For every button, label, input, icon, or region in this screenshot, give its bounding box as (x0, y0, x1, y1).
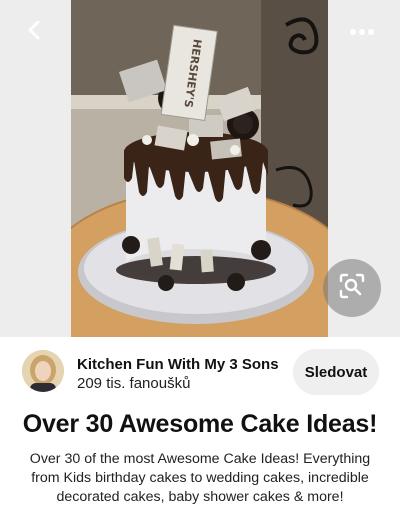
pin-media: HERSHEY'S (0, 0, 400, 337)
follower-count: 209 tis. fanoušků (77, 375, 191, 392)
chevron-left-icon (26, 19, 42, 46)
pin-image[interactable]: HERSHEY'S (71, 0, 328, 337)
pin-title: Over 30 Awesome Cake Ideas! (22, 410, 378, 438)
ellipsis-icon (349, 23, 375, 41)
visual-search-icon (339, 273, 365, 304)
avatar[interactable] (22, 350, 64, 392)
author-name[interactable]: Kitchen Fun With My 3 Sons (77, 356, 279, 373)
follow-button[interactable]: Sledovat (293, 349, 379, 395)
more-options-button[interactable] (342, 12, 382, 52)
pin-description: Over 30 of the most Awesome Cake Ideas! … (29, 451, 371, 505)
author-row: Kitchen Fun With My 3 Sons 209 tis. fano… (0, 340, 400, 400)
pin-detail-page: HERSHEY'S Kitchen Fun With My 3 Sons 209… (0, 0, 400, 515)
back-button[interactable] (14, 12, 54, 52)
visual-search-button[interactable] (323, 259, 381, 317)
